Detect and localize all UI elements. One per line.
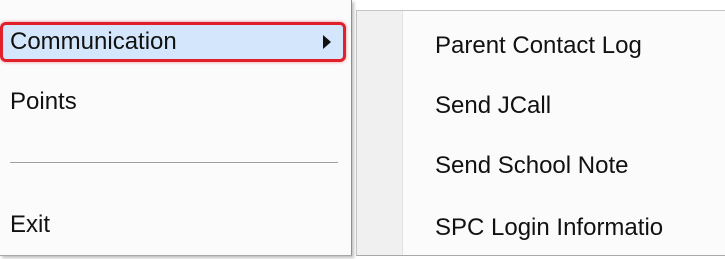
submenu-item-send-school-note[interactable]: Send School Note: [435, 149, 628, 183]
menu-separator: [10, 162, 338, 164]
submenu-item-spc-login-information[interactable]: SPC Login Informatio: [435, 211, 663, 245]
menu-item-exit[interactable]: Exit: [0, 205, 346, 245]
communication-submenu: Parent Contact Log Send JCall Send Schoo…: [356, 10, 725, 256]
submenu-icon-gutter: [357, 11, 403, 255]
menu-item-points[interactable]: Points: [0, 82, 346, 122]
menu-item-label: Communication: [10, 28, 177, 55]
submenu-item-parent-contact-log[interactable]: Parent Contact Log: [435, 29, 642, 63]
menu-item-communication[interactable]: Communication: [0, 22, 346, 62]
menu-item-label: Exit: [10, 211, 51, 238]
chevron-right-icon: [323, 35, 331, 49]
main-context-menu: Communication Points Exit: [0, 0, 352, 256]
context-menu-area: Communication Points Exit Parent Contact…: [0, 0, 725, 259]
menu-item-label: Points: [10, 88, 77, 115]
submenu-item-send-jcall[interactable]: Send JCall: [435, 89, 551, 123]
